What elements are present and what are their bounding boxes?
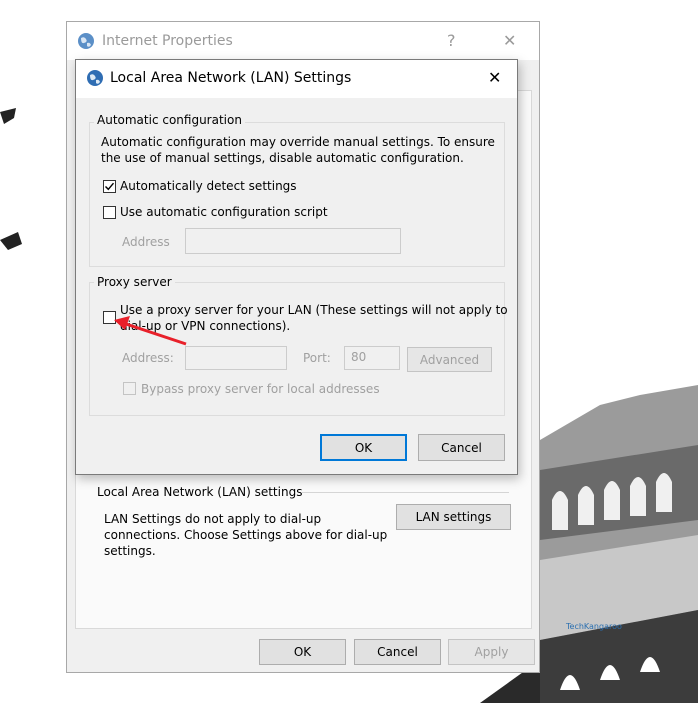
auto-config-script-label[interactable]: Use automatic configuration script (120, 205, 328, 219)
outer-close-button[interactable]: ✕ (503, 31, 516, 50)
outer-dialog-title: Internet Properties (102, 33, 233, 49)
section-divider (301, 492, 509, 493)
proxy-group-label: Proxy server (94, 275, 175, 289)
proxy-port-label: Port: (303, 351, 331, 365)
auto-detect-label[interactable]: Automatically detect settings (120, 179, 297, 193)
lan-close-button[interactable]: ✕ (488, 68, 501, 87)
auto-config-script-checkbox[interactable] (103, 206, 116, 219)
lan-settings-button[interactable]: LAN settings (396, 504, 511, 530)
auto-config-group-label: Automatic configuration (94, 113, 245, 127)
lan-titlebar: Local Area Network (LAN) Settings ✕ (76, 60, 517, 98)
help-button[interactable]: ? (447, 31, 456, 50)
lan-ok-button[interactable]: OK (320, 434, 407, 461)
lan-note-line-2: connections. Choose Settings above for d… (104, 528, 388, 542)
globe-icon (87, 70, 103, 86)
lan-note-line-1: LAN Settings do not apply to dial-up (104, 512, 322, 526)
checkmark-icon (105, 182, 115, 191)
proxy-port-input[interactable]: 80 (344, 346, 400, 370)
auto-config-description-1: Automatic configuration may override man… (101, 135, 495, 149)
lan-note-line-3: settings. (104, 544, 156, 558)
outer-cancel-button[interactable]: Cancel (354, 639, 441, 665)
bypass-local-checkbox[interactable] (123, 382, 136, 395)
watermark: TechKangaroo (566, 622, 622, 631)
lan-cancel-button[interactable]: Cancel (418, 434, 505, 461)
proxy-address-input[interactable] (185, 346, 287, 370)
apply-button[interactable]: Apply (448, 639, 535, 665)
auto-detect-checkbox[interactable] (103, 180, 116, 193)
lan-dialog-title: Local Area Network (LAN) Settings (110, 70, 352, 86)
auto-config-description-2: the use of manual settings, disable auto… (101, 151, 464, 165)
lan-section-title: Local Area Network (LAN) settings (97, 485, 303, 499)
globe-icon (78, 33, 94, 49)
advanced-button[interactable]: Advanced (407, 347, 492, 372)
outer-titlebar: Internet Properties ? ✕ (67, 22, 539, 60)
script-address-label: Address (122, 235, 170, 249)
annotation-arrow-icon (114, 316, 187, 346)
lan-settings-dialog: Local Area Network (LAN) Settings ✕ Auto… (75, 59, 518, 475)
script-address-input[interactable] (185, 228, 401, 254)
outer-ok-button[interactable]: OK (259, 639, 346, 665)
bypass-local-label[interactable]: Bypass proxy server for local addresses (141, 382, 380, 396)
